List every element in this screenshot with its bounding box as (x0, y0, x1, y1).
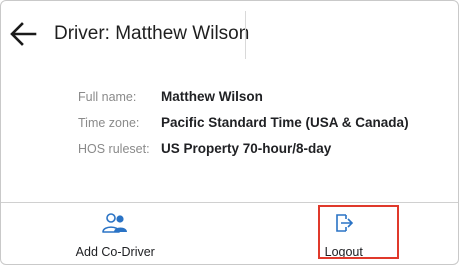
back-button[interactable] (7, 18, 39, 50)
add-co-driver-label: Add Co-Driver (75, 245, 155, 259)
arrow-left-icon (10, 22, 37, 46)
page-title: Driver: Matthew Wilson (54, 23, 250, 44)
footer-divider (245, 11, 246, 59)
logout-label: Logout (324, 245, 363, 259)
time-zone-value: Pacific Standard Time (USA & Canada) (161, 115, 409, 130)
info-row-hos-ruleset: HOS ruleset: US Property 70-hour/8-day (78, 141, 409, 167)
driver-info: Full name: Matthew Wilson Time zone: Pac… (78, 89, 409, 167)
logout-icon (335, 214, 353, 232)
full-name-value: Matthew Wilson (161, 89, 263, 104)
hos-ruleset-label: HOS ruleset: (78, 142, 150, 156)
header: Driver: Matthew Wilson (1, 1, 458, 73)
add-user-icon (102, 213, 128, 233)
footer-actions: Add Co-Driver Logout (1, 202, 459, 264)
time-zone-label: Time zone: (78, 116, 140, 130)
hos-ruleset-value: US Property 70-hour/8-day (161, 141, 332, 156)
info-row-full-name: Full name: Matthew Wilson (78, 89, 409, 115)
add-co-driver-button[interactable]: Add Co-Driver (1, 203, 230, 264)
info-row-time-zone: Time zone: Pacific Standard Time (USA & … (78, 115, 409, 141)
full-name-label: Full name: (78, 90, 137, 104)
logout-button[interactable]: Logout (230, 203, 459, 264)
driver-card: Driver: Matthew Wilson Full name: Matthe… (0, 0, 459, 265)
